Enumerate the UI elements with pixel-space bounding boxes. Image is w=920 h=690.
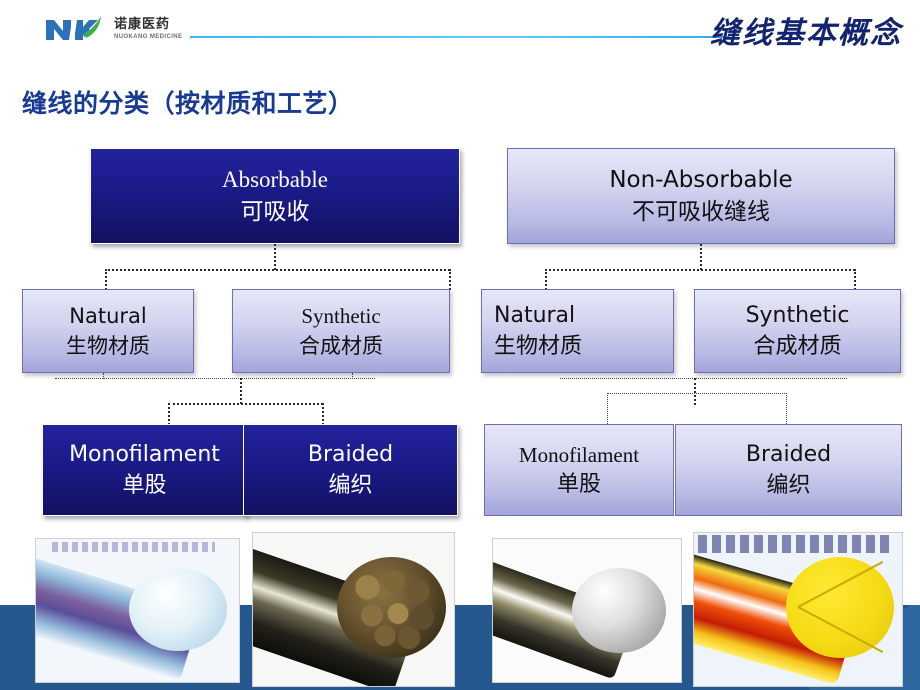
- connector-right-braided-drop: [786, 393, 787, 424]
- header-divider-line: [190, 36, 730, 38]
- connector-left-natural-drop: [105, 269, 107, 290]
- brand-logo: 诺康医药 NUOKANG MEDICINE: [44, 14, 182, 44]
- node-nonabsorbable-braided[interactable]: Braided 编织: [675, 424, 902, 516]
- node-absorbable-root-cn: 可吸收: [240, 198, 310, 225]
- node-absorbable-braided[interactable]: Braided 编织: [243, 424, 458, 516]
- node-absorbable-root[interactable]: Absorbable 可吸收: [90, 148, 460, 244]
- connector-right-level2-bus: [545, 269, 855, 271]
- node-nonabsorbable-natural-en: Natural: [494, 303, 576, 329]
- node-nonabsorbable-monofilament-en: Monofilament: [518, 442, 640, 467]
- node-nonabsorbable-root-en: Non-Absorbable: [609, 167, 793, 194]
- node-absorbable-monofilament-en: Monofilament: [69, 442, 220, 468]
- connector-right-level3-stem: [694, 378, 696, 405]
- node-nonabsorbable-natural-cn: 生物材质: [494, 333, 583, 359]
- monofilament-nonabsorbable-photo: [492, 538, 682, 683]
- node-nonabsorbable-natural[interactable]: Natural 生物材质: [481, 289, 674, 373]
- connector-left-level2-bus: [105, 269, 450, 271]
- nk-logo-icon: [44, 14, 106, 44]
- connector-right-monofilament-drop: [607, 393, 608, 424]
- braided-nonabsorbable-photo: [693, 532, 903, 687]
- connector-right-root-stem: [700, 244, 702, 270]
- node-absorbable-natural-en: Natural: [69, 304, 147, 329]
- node-nonabsorbable-monofilament[interactable]: Monofilament 单股: [484, 424, 674, 516]
- connector-left-synthetic-drop: [449, 269, 451, 290]
- connector-right-level3-bus: [607, 393, 787, 394]
- node-absorbable-synthetic-en: Synthetic: [301, 304, 381, 329]
- connector-left-natural-bottom-stub: [103, 373, 104, 379]
- node-absorbable-natural-cn: 生物材质: [66, 333, 150, 358]
- braided-absorbable-photo: [252, 532, 455, 687]
- node-absorbable-natural[interactable]: Natural 生物材质: [22, 289, 194, 373]
- page-title: 缝线基本概念: [710, 16, 902, 51]
- connector-left-level3-bus: [168, 403, 323, 405]
- section-subtitle: 缝线的分类（按材质和工艺）: [22, 89, 354, 118]
- connector-left-braided-drop: [322, 403, 324, 425]
- node-nonabsorbable-monofilament-cn: 单股: [556, 471, 601, 497]
- node-absorbable-monofilament[interactable]: Monofilament 单股: [42, 424, 247, 516]
- node-nonabsorbable-root[interactable]: Non-Absorbable 不可吸收缝线: [507, 148, 895, 244]
- node-nonabsorbable-synthetic[interactable]: Synthetic 合成材质: [694, 289, 901, 373]
- connector-left-root-stem: [274, 244, 276, 270]
- connector-left-synthetic-bottom-stub: [352, 373, 353, 379]
- connector-right-synthetic-drop: [854, 269, 856, 290]
- brand-name: 诺康医药 NUOKANG MEDICINE: [114, 18, 182, 40]
- node-nonabsorbable-root-cn: 不可吸收缝线: [632, 198, 770, 225]
- node-nonabsorbable-braided-en: Braided: [745, 442, 832, 468]
- monofilament-absorbable-photo: [35, 538, 240, 683]
- connector-left-monofilament-drop: [168, 403, 170, 425]
- connector-left-level3-stem: [240, 378, 242, 404]
- brand-name-en: NUOKANG MEDICINE: [114, 34, 183, 40]
- node-absorbable-braided-en: Braided: [307, 442, 394, 468]
- connector-right-natural-drop: [545, 269, 547, 290]
- node-absorbable-monofilament-cn: 单股: [122, 472, 167, 498]
- page-header: 诺康医药 NUOKANG MEDICINE 缝线基本概念: [0, 0, 920, 64]
- node-absorbable-root-en: Absorbable: [221, 167, 329, 193]
- brand-name-cn: 诺康医药: [114, 17, 171, 32]
- node-absorbable-synthetic-cn: 合成材质: [299, 333, 383, 358]
- node-nonabsorbable-synthetic-cn: 合成材质: [753, 333, 842, 359]
- node-absorbable-braided-cn: 编织: [328, 472, 373, 498]
- connector-right-level2-bottom-bus: [560, 378, 847, 379]
- node-nonabsorbable-braided-cn: 编织: [766, 472, 811, 498]
- node-absorbable-synthetic[interactable]: Synthetic 合成材质: [232, 289, 450, 373]
- node-nonabsorbable-synthetic-en: Synthetic: [745, 303, 850, 329]
